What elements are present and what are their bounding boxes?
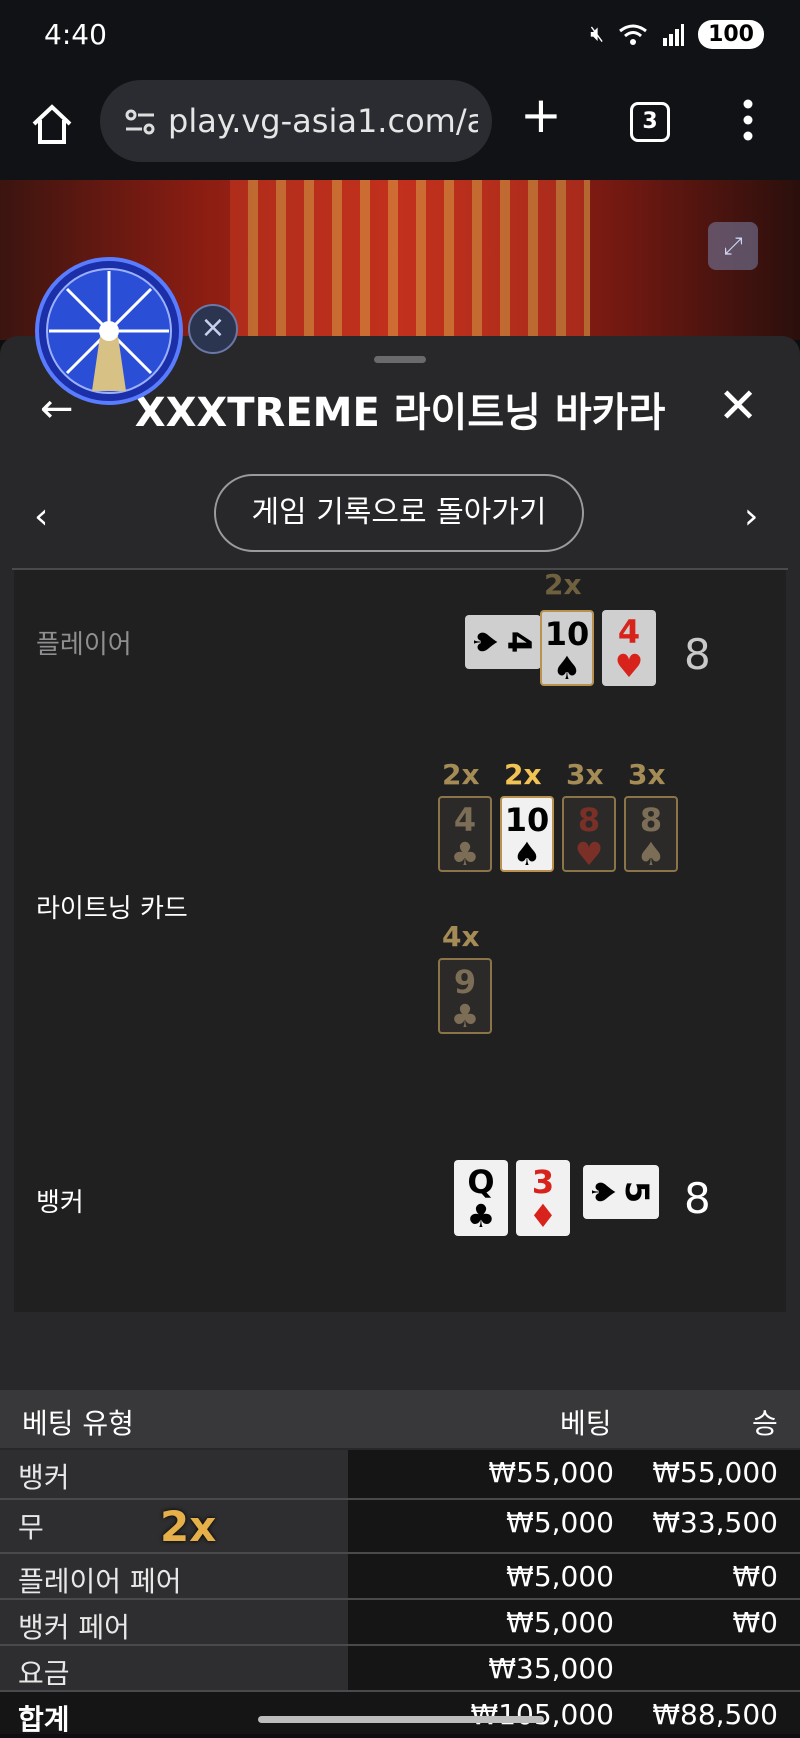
gesture-bar[interactable] bbox=[258, 1716, 544, 1723]
battery-indicator: 100 bbox=[698, 20, 764, 49]
table-row: 무 2x ₩5,000 ₩33,500 bbox=[0, 1500, 800, 1552]
tab-switcher-button[interactable]: 3 bbox=[630, 102, 670, 142]
win-amount: ₩0 bbox=[732, 1606, 779, 1639]
lightning-mult-1: 2x bbox=[442, 758, 480, 791]
bet-name: 뱅커 페어 bbox=[18, 1611, 130, 1644]
lightning-card-3: 8 ♥ bbox=[562, 796, 616, 872]
lightning-card-2: 10 ♠ bbox=[500, 796, 554, 872]
mute-icon: 🔇︎ bbox=[590, 22, 605, 47]
site-settings-icon[interactable] bbox=[122, 104, 158, 140]
tie-multiplier: 2x bbox=[160, 1502, 217, 1551]
header-win: 승 bbox=[752, 1407, 778, 1440]
lightning-mult-5: 4x bbox=[442, 920, 480, 953]
total-label: 합계 bbox=[18, 1703, 70, 1736]
banker-score: 8 bbox=[684, 1174, 711, 1223]
address-bar[interactable]: play.vg-asia1.com/ae bbox=[100, 80, 492, 162]
lightning-mult-4: 3x bbox=[628, 758, 666, 791]
table-row: 플레이어 페어 ₩5,000 ₩0 bbox=[0, 1554, 800, 1598]
table-row-total: 합계 ₩105,000 ₩88,500 bbox=[0, 1692, 800, 1736]
player-score: 8 bbox=[684, 630, 711, 679]
bet-name: 뱅커 bbox=[18, 1461, 70, 1494]
bet-amount: ₩35,000 bbox=[488, 1652, 614, 1685]
bet-amount: ₩55,000 bbox=[488, 1456, 614, 1489]
status-icons: 🔇︎ 100 bbox=[590, 20, 764, 49]
header-bet-type: 베팅 유형 bbox=[22, 1407, 134, 1440]
lightning-card-1: 4 ♣ bbox=[438, 796, 492, 872]
win-amount: ₩55,000 bbox=[652, 1456, 778, 1489]
lightning-label: 라이트닝 카드 bbox=[36, 894, 188, 924]
close-icon[interactable]: ✕ bbox=[718, 378, 758, 434]
round-result: 플레이어 2x 4 ♠ 10 ♠ 4 ♥ 8 라이트닝 카드 2x 4 ♣ 2x… bbox=[14, 568, 786, 1312]
table-row: 뱅커 페어 ₩5,000 ₩0 bbox=[0, 1600, 800, 1644]
banker-card-2: 3 ♦ bbox=[516, 1160, 570, 1236]
lightning-card-4: 8 ♠ bbox=[624, 796, 678, 872]
win-amount: ₩33,500 bbox=[652, 1506, 778, 1539]
lightning-mult-2: 2x bbox=[504, 758, 542, 791]
bet-name: 무 bbox=[18, 1511, 44, 1544]
status-time: 4:40 bbox=[44, 18, 107, 51]
table-row: 요금 ₩35,000 bbox=[0, 1646, 800, 1690]
banker-label: 뱅커 bbox=[36, 1188, 84, 1218]
total-bet: ₩105,000 bbox=[470, 1698, 614, 1731]
bet-amount: ₩5,000 bbox=[506, 1506, 614, 1539]
back-to-history-button[interactable]: 게임 기록으로 돌아가기 bbox=[214, 474, 584, 552]
header-bet: 베팅 bbox=[560, 1407, 612, 1440]
player-card-3: 4 ♥ bbox=[602, 610, 656, 686]
dealer-dress bbox=[230, 180, 590, 340]
browser-toolbar: play.vg-asia1.com/ae + 3 bbox=[0, 72, 800, 180]
wifi-icon bbox=[619, 24, 647, 45]
win-amount: ₩0 bbox=[732, 1560, 779, 1593]
signal-icon bbox=[663, 23, 685, 46]
player-label: 플레이어 bbox=[36, 630, 132, 660]
next-round-icon[interactable]: › bbox=[744, 496, 758, 537]
lightning-mult-3: 3x bbox=[566, 758, 604, 791]
banker-card-3: 5 ♠ bbox=[583, 1165, 659, 1219]
player-card-1: 4 ♠ bbox=[465, 615, 541, 669]
bet-name: 요금 bbox=[18, 1657, 70, 1690]
new-tab-button[interactable]: + bbox=[520, 90, 562, 140]
total-win: ₩88,500 bbox=[652, 1698, 778, 1731]
table-row: 뱅커 ₩55,000 ₩55,000 bbox=[0, 1450, 800, 1498]
status-bar: 4:40 🔇︎ 100 bbox=[0, 0, 800, 72]
wheel-icon[interactable] bbox=[34, 256, 184, 406]
panel-title: XXXTREME 라이트닝 바카라 bbox=[134, 390, 666, 436]
more-options-icon[interactable] bbox=[742, 98, 754, 142]
lightning-card-5: 9 ♣ bbox=[438, 958, 492, 1034]
bet-amount: ₩5,000 bbox=[506, 1606, 614, 1639]
home-icon[interactable] bbox=[30, 102, 74, 146]
player-card-2: 10 ♠ bbox=[540, 610, 594, 686]
previous-round-icon[interactable]: ‹ bbox=[34, 496, 48, 537]
player-multiplier: 2x bbox=[544, 568, 582, 601]
banker-card-1: Q ♣ bbox=[454, 1160, 508, 1236]
close-wheel-icon[interactable]: × bbox=[188, 304, 238, 354]
bet-name: 플레이어 페어 bbox=[18, 1565, 182, 1598]
fullscreen-icon[interactable]: ⤢ bbox=[708, 222, 758, 270]
drag-handle[interactable] bbox=[374, 356, 426, 363]
url-text: play.vg-asia1.com/ae bbox=[168, 102, 478, 140]
bets-table-header: 베팅 유형 베팅 승 bbox=[0, 1390, 800, 1448]
bet-amount: ₩5,000 bbox=[506, 1560, 614, 1593]
